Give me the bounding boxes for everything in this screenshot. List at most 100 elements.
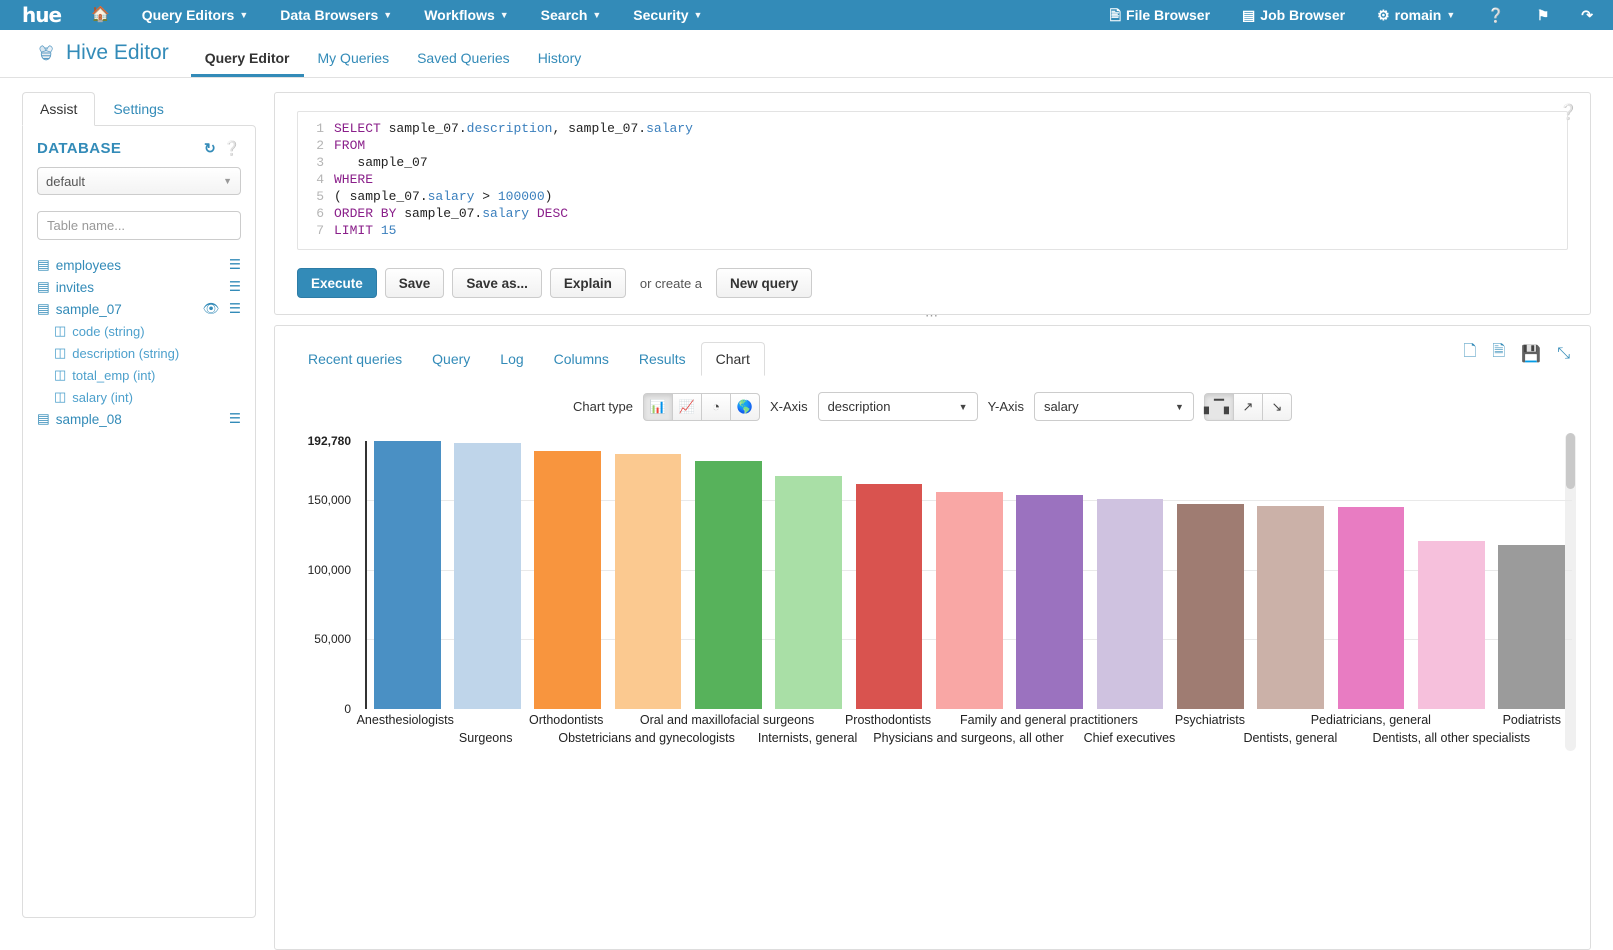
nav-job-browser[interactable]: ▤ Job Browser xyxy=(1226,0,1361,30)
chart-bar[interactable] xyxy=(615,454,682,709)
sort-desc-icon[interactable]: ↘ xyxy=(1262,393,1292,421)
logout-icon: ↷ xyxy=(1581,0,1593,30)
table-item-sample-07[interactable]: ▤sample_07 👁☰ xyxy=(37,298,241,320)
code-line: 4WHERE xyxy=(298,171,1567,188)
tab-query-editor[interactable]: Query Editor xyxy=(191,50,304,77)
tab-recent-queries-label: Recent queries xyxy=(308,351,402,367)
tab-log[interactable]: Log xyxy=(485,342,538,376)
bars-icon[interactable]: ▖▔▖ xyxy=(1204,393,1234,421)
chart-type-label: Chart type xyxy=(573,399,633,414)
tab-assist[interactable]: Assist xyxy=(22,92,95,126)
refresh-icon[interactable]: ↻ xyxy=(204,140,216,157)
chart-bar[interactable] xyxy=(374,441,441,709)
line-number: 1 xyxy=(298,120,334,137)
line-number: 4 xyxy=(298,171,334,188)
table-menu-icon[interactable]: ☰ xyxy=(229,279,241,295)
tab-settings[interactable]: Settings xyxy=(95,92,182,126)
database-heading: DATABASE ↻ ❔ xyxy=(37,140,241,157)
chart-bar[interactable] xyxy=(1016,495,1083,709)
file-export-icon[interactable]: 🗎 xyxy=(1492,340,1505,367)
x-axis-select[interactable]: description ▼ xyxy=(818,392,978,421)
table-filter-input[interactable]: Table name... xyxy=(37,211,241,240)
chart-bar[interactable] xyxy=(1257,506,1324,709)
table-menu-icon[interactable]: ☰ xyxy=(229,301,241,317)
column-item-code[interactable]: ◫code (string) xyxy=(37,320,241,342)
code-text: LIMIT 15 xyxy=(334,222,396,239)
hue-logo[interactable]: hue xyxy=(0,3,75,27)
nav-file-browser[interactable]: 🖹 File Browser xyxy=(1094,0,1226,30)
nav-help[interactable]: ❔ xyxy=(1471,0,1520,30)
tab-chart[interactable]: Chart xyxy=(701,342,765,376)
eye-icon[interactable]: 👁 xyxy=(203,301,220,317)
nav-security[interactable]: Security ▼ xyxy=(617,0,718,30)
editor-button-bar: Execute Save Save as... Explain or creat… xyxy=(297,268,1568,298)
y-axis-select[interactable]: salary ▼ xyxy=(1034,392,1194,421)
column-item-salary[interactable]: ◫salary (int) xyxy=(37,386,241,408)
tab-recent-queries[interactable]: Recent queries xyxy=(293,342,417,376)
tab-results[interactable]: Results xyxy=(624,342,701,376)
chevron-down-icon: ▼ xyxy=(239,0,248,30)
code-text: SELECT sample_07.description, sample_07.… xyxy=(334,120,693,137)
chart-bar[interactable] xyxy=(1498,545,1565,709)
bar-slot xyxy=(528,441,608,709)
chart-bar[interactable] xyxy=(856,484,923,709)
chart-bar[interactable] xyxy=(534,451,601,709)
save-as-button[interactable]: Save as... xyxy=(452,268,542,298)
chevron-down-icon: ▼ xyxy=(1446,0,1455,30)
sql-code-editor[interactable]: 1SELECT sample_07.description, sample_07… xyxy=(297,111,1568,250)
nav-workflows[interactable]: Workflows ▼ xyxy=(408,0,524,30)
nav-logout[interactable]: ↷ xyxy=(1565,0,1609,30)
chart-bar[interactable] xyxy=(936,492,1003,709)
tab-saved-queries[interactable]: Saved Queries xyxy=(403,50,524,77)
chart-bar[interactable] xyxy=(695,461,762,709)
nav-job-browser-label: Job Browser xyxy=(1260,0,1345,30)
gear-icon: ⚙ xyxy=(1377,0,1390,30)
nav-query-editors[interactable]: Query Editors ▼ xyxy=(126,0,265,30)
nav-data-browsers[interactable]: Data Browsers ▼ xyxy=(264,0,408,30)
table-menu-icon[interactable]: ☰ xyxy=(229,257,241,273)
table-item-invites[interactable]: ▤invites ☰ xyxy=(37,276,241,298)
x-axis-tick-label: Dentists, general xyxy=(1243,731,1337,745)
table-item-employees[interactable]: ▤employees ☰ xyxy=(37,254,241,276)
chart-bar[interactable] xyxy=(454,443,521,709)
chart-bar[interactable] xyxy=(1177,504,1244,709)
excel-export-icon[interactable]: 🗋 xyxy=(1464,340,1477,367)
column-item-description[interactable]: ◫description (string) xyxy=(37,342,241,364)
sort-asc-icon[interactable]: ↗ xyxy=(1233,393,1263,421)
line-chart-icon[interactable]: 📈 xyxy=(672,393,702,421)
map-chart-icon[interactable]: 🌎 xyxy=(730,393,760,421)
panel-resize-handle[interactable]: ⋯ xyxy=(275,309,1590,322)
tab-columns[interactable]: Columns xyxy=(539,342,624,376)
x-axis-tick-label: Internists, general xyxy=(758,731,857,745)
chart-bar[interactable] xyxy=(1418,541,1485,709)
nav-home[interactable]: 🏠 xyxy=(75,0,126,30)
chart-panel: Chart type 📊 📈 ◔ 🌎 X-Axis description ▼ … xyxy=(275,376,1590,949)
chart-bar[interactable] xyxy=(1097,499,1164,709)
hive-bee-icon xyxy=(36,42,58,64)
expand-icon[interactable]: ⤡ xyxy=(1557,345,1570,363)
tab-my-queries[interactable]: My Queries xyxy=(304,50,404,77)
help-circle-icon[interactable]: ❔ xyxy=(223,140,241,157)
assist-body: DATABASE ↻ ❔ default ▼ Table name... ▤em… xyxy=(22,125,256,918)
pie-chart-icon[interactable]: ◔ xyxy=(701,393,731,421)
nav-user-menu[interactable]: ⚙ romain ▼ xyxy=(1361,0,1471,30)
tab-assist-label: Assist xyxy=(40,101,77,117)
help-circle-icon[interactable]: ❔ xyxy=(1559,103,1578,121)
chart-bar[interactable] xyxy=(775,476,842,709)
new-query-button[interactable]: New query xyxy=(716,268,812,298)
tab-query[interactable]: Query xyxy=(417,342,485,376)
tab-history[interactable]: History xyxy=(524,50,596,77)
nav-search[interactable]: Search ▼ xyxy=(525,0,618,30)
table-menu-icon[interactable]: ☰ xyxy=(229,411,241,427)
save-button[interactable]: Save xyxy=(385,268,445,298)
nav-flag[interactable]: ⚑ xyxy=(1521,0,1566,30)
execute-button[interactable]: Execute xyxy=(297,268,377,298)
explain-button[interactable]: Explain xyxy=(550,268,626,298)
database-select[interactable]: default ▼ xyxy=(37,167,241,195)
y-axis-tick-label: 100,000 xyxy=(308,563,351,577)
save-icon[interactable]: 💾 xyxy=(1521,344,1541,364)
column-item-total-emp[interactable]: ◫total_emp (int) xyxy=(37,364,241,386)
chart-bar[interactable] xyxy=(1338,507,1405,709)
table-item-sample-08[interactable]: ▤sample_08 ☰ xyxy=(37,408,241,430)
bar-chart-icon[interactable]: 📊 xyxy=(643,393,673,421)
